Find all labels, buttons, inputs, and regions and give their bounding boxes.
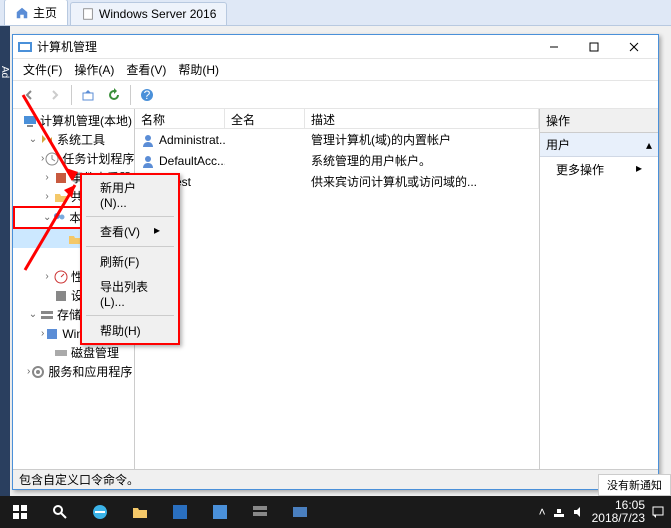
actions-pane: 操作 用户 ▴ 更多操作 ▸ (540, 109, 658, 469)
task-search[interactable] (40, 496, 80, 528)
svg-text:?: ? (144, 88, 151, 102)
tree-services[interactable]: ›服务和应用程序 (13, 362, 134, 381)
app-icon (17, 39, 33, 55)
left-strip: Ad (0, 26, 10, 496)
context-menu: 新用户(N)... 查看(V)▸ 刷新(F) 导出列表(L)... 帮助(H) (80, 173, 180, 345)
document-icon (81, 7, 95, 21)
up-button[interactable] (76, 83, 100, 107)
tab-server[interactable]: Windows Server 2016 (70, 2, 227, 25)
notification-icon[interactable] (651, 505, 665, 519)
network-icon[interactable] (552, 505, 566, 519)
users-icon (51, 210, 67, 226)
app-icon (211, 503, 229, 521)
task-ie[interactable] (80, 496, 120, 528)
window-title: 计算机管理 (37, 38, 534, 55)
sound-icon[interactable] (572, 505, 586, 519)
back-button[interactable] (17, 83, 41, 107)
ie-icon (91, 503, 109, 521)
windows-icon (12, 504, 28, 520)
task-server-manager[interactable] (240, 496, 280, 528)
backup-icon (44, 326, 60, 342)
chevron-right-icon: ▸ (636, 161, 642, 175)
minimize-button[interactable] (534, 35, 574, 59)
app-icon (171, 503, 189, 521)
tray-up-icon[interactable]: ˄ (539, 505, 546, 519)
storage-icon (39, 307, 55, 323)
device-icon (53, 288, 69, 304)
tools-icon (39, 132, 55, 148)
disk-icon (53, 345, 69, 361)
folder-share-icon (53, 189, 69, 205)
col-desc[interactable]: 描述 (305, 109, 539, 128)
mmc-icon (291, 503, 309, 521)
user-icon (141, 133, 155, 147)
menu-action[interactable]: 操作(A) (68, 59, 120, 80)
user-icon (141, 154, 155, 168)
ctx-new-user[interactable]: 新用户(N)... (82, 175, 178, 214)
list-row[interactable]: Administrat... 管理计算机(域)的内置帐户 (135, 129, 539, 150)
ctx-export[interactable]: 导出列表(L)... (82, 274, 178, 313)
task-app1[interactable] (160, 496, 200, 528)
home-icon (15, 6, 29, 20)
event-icon (53, 170, 69, 186)
maximize-button[interactable] (574, 35, 614, 59)
toolbar: ? (13, 81, 658, 109)
tree-task-scheduler[interactable]: ›任务计划程序 (13, 149, 134, 168)
list-row[interactable]: Guest 供来宾访问计算机或访问域的... (135, 171, 539, 192)
chevron-right-icon: ▸ (154, 223, 160, 237)
list-body: Administrat... 管理计算机(域)的内置帐户 DefaultAcc.… (135, 129, 539, 469)
system-tray: ˄ 16:05 2018/7/23 (539, 499, 671, 525)
task-explorer[interactable] (120, 496, 160, 528)
col-fullname[interactable]: 全名 (225, 109, 305, 128)
menu-file[interactable]: 文件(F) (17, 59, 68, 80)
action-more[interactable]: 更多操作 ▸ (540, 157, 658, 182)
clock[interactable]: 16:05 2018/7/23 (592, 499, 645, 525)
titlebar: 计算机管理 (13, 35, 658, 59)
col-name[interactable]: 名称 (135, 109, 225, 128)
start-button[interactable] (0, 496, 40, 528)
list-row[interactable]: DefaultAcc... 系统管理的用户帐户。 (135, 150, 539, 171)
menu-help[interactable]: 帮助(H) (172, 59, 225, 80)
menu-view[interactable]: 查看(V) (120, 59, 172, 80)
notification-toast[interactable]: 没有新通知 (598, 474, 671, 496)
folder-icon (131, 503, 149, 521)
tab-server-label: Windows Server 2016 (99, 7, 216, 21)
browser-tab-strip: 主页 Windows Server 2016 (0, 0, 671, 26)
computer-icon (22, 113, 38, 129)
actions-header: 操作 (540, 109, 658, 133)
tab-home-label: 主页 (33, 4, 57, 21)
search-icon (52, 504, 68, 520)
task-app2[interactable] (200, 496, 240, 528)
taskbar: ˄ 16:05 2018/7/23 (0, 496, 671, 528)
list-header: 名称 全名 描述 (135, 109, 539, 129)
statusbar: 包含自定义口令命令。 (13, 469, 658, 489)
ctx-view[interactable]: 查看(V)▸ (82, 219, 178, 244)
close-button[interactable] (614, 35, 654, 59)
tab-home[interactable]: 主页 (4, 0, 68, 25)
server-icon (251, 503, 269, 521)
tree-disk[interactable]: 磁盘管理 (13, 343, 134, 362)
tree-root[interactable]: 计算机管理(本地) (13, 111, 134, 130)
chevron-up-icon: ▴ (646, 138, 652, 152)
forward-button[interactable] (43, 83, 67, 107)
task-mmc[interactable] (280, 496, 320, 528)
help-button[interactable]: ? (135, 83, 159, 107)
status-text: 包含自定义口令命令。 (19, 471, 139, 488)
action-section-users[interactable]: 用户 ▴ (540, 133, 658, 157)
tree-system-tools[interactable]: ⌄系统工具 (13, 130, 134, 149)
perf-icon (53, 269, 69, 285)
gear-icon (30, 364, 46, 380)
refresh-button[interactable] (102, 83, 126, 107)
ctx-help[interactable]: 帮助(H) (82, 318, 178, 343)
ctx-refresh[interactable]: 刷新(F) (82, 249, 178, 274)
clock-icon (44, 151, 60, 167)
menubar: 文件(F) 操作(A) 查看(V) 帮助(H) (13, 59, 658, 81)
list-pane: 名称 全名 描述 Administrat... 管理计算机(域)的内置帐户 De… (135, 109, 540, 469)
